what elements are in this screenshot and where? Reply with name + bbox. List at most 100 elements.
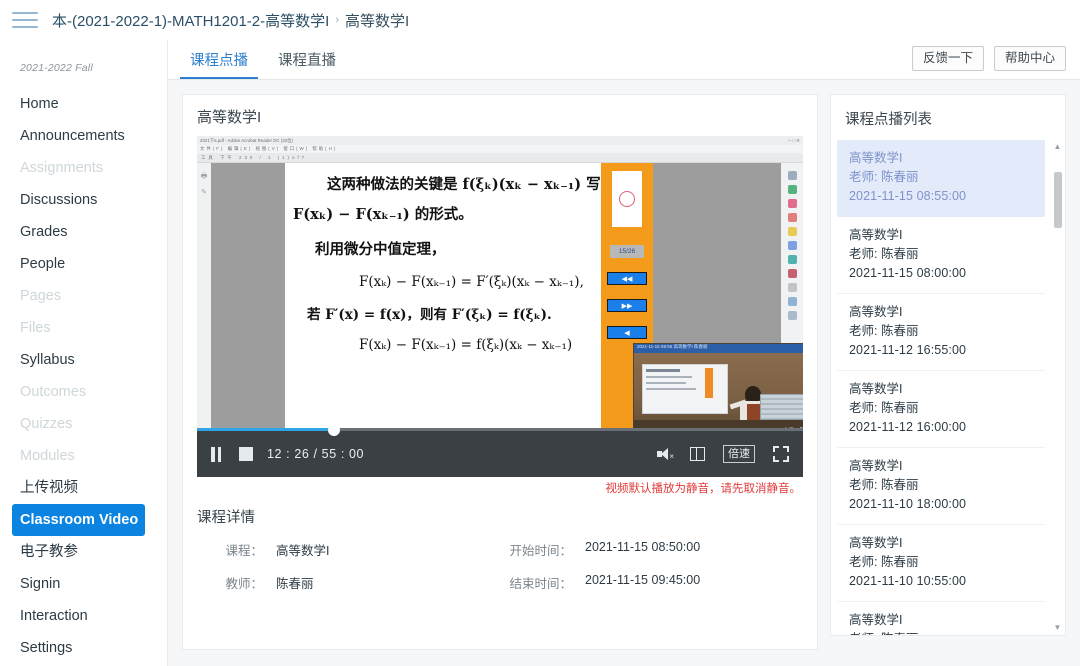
volume-mute-mark: × [669,452,674,461]
sidebar-item-upload-video[interactable]: 上传视频 [0,472,167,504]
list-item[interactable]: 高等数学I 老师: 陈春丽 2021-11-10 10:55:00 [837,525,1045,602]
detail-label-teacher: 教师： [197,573,263,592]
scroll-up-caret-icon[interactable]: ▲ [1053,142,1062,152]
hamburger-line [12,26,38,28]
create-tool-icon[interactable] [788,199,797,208]
time-separator: / [314,447,318,461]
hamburger-line [12,12,38,14]
video-list-scrollbar[interactable]: ▲ ▼ [1052,142,1063,633]
breadcrumb-separator-icon: › [335,14,339,26]
video-teacher: 老师: 陈春丽 [849,245,1033,264]
course-details-title: 课程详情 [197,506,803,527]
time-display: 12 : 26 / 55 : 00 [267,447,364,461]
sidebar-item-classroom-video[interactable]: Classroom Video [12,504,145,536]
pause-button[interactable] [211,447,221,462]
content-area: 课程点播 课程直播 反馈一下 帮助中心 高等数学I 2021下a.pdf - A… [168,40,1080,666]
breadcrumb-course-link[interactable]: 本-(2021-2022-1)-MATH1201-2-高等数学I [52,10,329,31]
sidebar-item-announcements[interactable]: Announcements [0,120,167,152]
sign-tool-icon[interactable] [788,311,797,320]
detail-label-start-time: 开始时间： [500,540,572,559]
edit-tool-icon[interactable] [788,213,797,222]
sidebar-item-files[interactable]: Files [0,312,167,344]
pip-overlay-text: 2021-11-15 08:55 高等数学I 陈春丽 [634,344,803,353]
scrollbar-thumb[interactable] [1054,172,1062,228]
screen-line [646,382,686,384]
list-item[interactable]: 高等数学I 老师: 陈春丽 2021-11-12 16:00:00 [837,371,1045,448]
detail-label-course: 课程： [197,540,263,559]
list-item[interactable]: 高等数学I 老师: 陈春丽 2021-11-15 08:00:00 [837,217,1045,294]
tab-live[interactable]: 课程直播 [268,43,346,79]
feedback-button[interactable]: 反馈一下 [912,46,984,71]
seal-icon [619,191,635,207]
combine-tool-icon[interactable] [788,241,797,250]
sidebar-item-outcomes[interactable]: Outcomes [0,376,167,408]
hamburger-menu-icon[interactable] [12,10,38,30]
organize-tool-icon[interactable] [788,255,797,264]
split-view-icon[interactable] [690,447,705,461]
slide-back-button[interactable]: ◀ [607,326,647,339]
sidebar-item-discussions[interactable]: Discussions [0,184,167,216]
detail-row-end-time: 结束时间： 2021-11-15 09:45:00 [500,573,803,592]
redact-tool-icon[interactable] [788,297,797,306]
hamburger-line [12,19,38,21]
sidebar-item-assignments[interactable]: Assignments [0,152,167,184]
sidebar-item-interaction[interactable]: Interaction [0,600,167,632]
detail-value-teacher: 陈春丽 [263,573,314,592]
search-tool-icon[interactable] [788,171,797,180]
slide-page-badge: 15/26 [610,245,644,258]
help-center-button[interactable]: 帮助中心 [994,46,1066,71]
volume-cone [661,448,668,460]
sidebar-item-settings[interactable]: Settings [0,632,167,664]
slide-next-button[interactable]: ▶▶ [607,299,647,312]
sidebar-item-grades[interactable]: Grades [0,216,167,248]
video-name: 高等数学I [849,380,1033,399]
pdf-menubar: 文件(F) 编辑(E) 视图(V) 窗口(W) 帮助(H) [197,145,803,153]
video-time: 2021-11-15 08:55:00 [849,187,1033,206]
playback-speed-button[interactable]: 倍速 [723,445,755,463]
fs-corner [783,456,789,462]
top-bar: 本-(2021-2022-1)-MATH1201-2-高等数学I › 高等数学I [0,0,1080,40]
list-item[interactable]: 高等数学I 老师: 陈春丽 2021-11-12 16:55:00 [837,294,1045,371]
fs-corner [773,456,779,462]
compress-tool-icon[interactable] [788,269,797,278]
video-time: 2021-11-10 10:55:00 [849,572,1033,591]
comment-tool-icon[interactable] [788,227,797,236]
detail-value-start-time: 2021-11-15 08:50:00 [572,540,700,559]
sidebar-item-syllabus[interactable]: Syllabus [0,344,167,376]
slide-prev-button[interactable]: ◀◀ [607,272,647,285]
stop-button[interactable] [239,447,253,461]
fullscreen-icon[interactable] [773,446,789,462]
slide-line-5: 若 F′(x) = f(x)，则有 F′(ξₖ) = f(ξₖ). [307,303,643,323]
volume-muted-icon[interactable]: × [657,448,672,461]
sidebar-item-home[interactable]: Home [0,88,167,120]
screen-orange-strip [705,368,713,398]
export-tool-icon[interactable] [788,185,797,194]
sidebar-item-modules[interactable]: Modules [0,440,167,472]
video-teacher: 老师: 陈春丽 [849,399,1033,418]
course-details-grid: 课程： 高等数学I 教师： 陈春丽 开始时间： 2021-11-15 [197,540,803,606]
fs-corner [783,446,789,452]
picture-in-picture-camera[interactable]: 2021-11-15 08:55 高等数学I 陈春丽 [633,343,803,437]
protect-tool-icon[interactable] [788,283,797,292]
screen-line [646,388,696,390]
current-time: 12 : 26 [267,447,309,461]
detail-row-teacher: 教师： 陈春丽 [197,573,500,592]
slide-line-1: 这两种做法的关键是 f(ξₖ)(xₖ − xₖ₋₁) 写成了 [327,173,643,194]
details-left-column: 课程： 高等数学I 教师： 陈春丽 [197,540,500,606]
tab-on-demand[interactable]: 课程点播 [180,43,258,79]
video-player[interactable]: 2021下a.pdf - Adobe Acrobat Reader DC (32… [197,136,803,477]
list-item[interactable]: 高等数学I 老师: 陈春丽 2021-11-15 08:55:00 [837,140,1045,217]
list-item[interactable]: 高等数学I 老师: 陈春丽 2021-11-10 18:00:00 [837,448,1045,525]
term-label: 2021-2022 Fall [0,62,167,88]
video-name: 高等数学I [849,149,1033,168]
sidebar-item-quizzes[interactable]: Quizzes [0,408,167,440]
sidebar-item-people[interactable]: People [0,248,167,280]
fs-corner [773,446,779,452]
player-controls: 12 : 26 / 55 : 00 × [197,428,803,477]
sidebar-item-ebook-refs[interactable]: 电子教参 [0,536,167,568]
sidebar-item-signin[interactable]: Signin [0,568,167,600]
sidebar-item-pages[interactable]: Pages [0,280,167,312]
list-item[interactable]: 高等数学I 老师: 陈春丽 [837,602,1045,635]
scroll-down-caret-icon[interactable]: ▼ [1053,623,1062,633]
slide-line-2: F(xₖ) − F(xₖ₋₁) 的形式。 [293,203,643,224]
